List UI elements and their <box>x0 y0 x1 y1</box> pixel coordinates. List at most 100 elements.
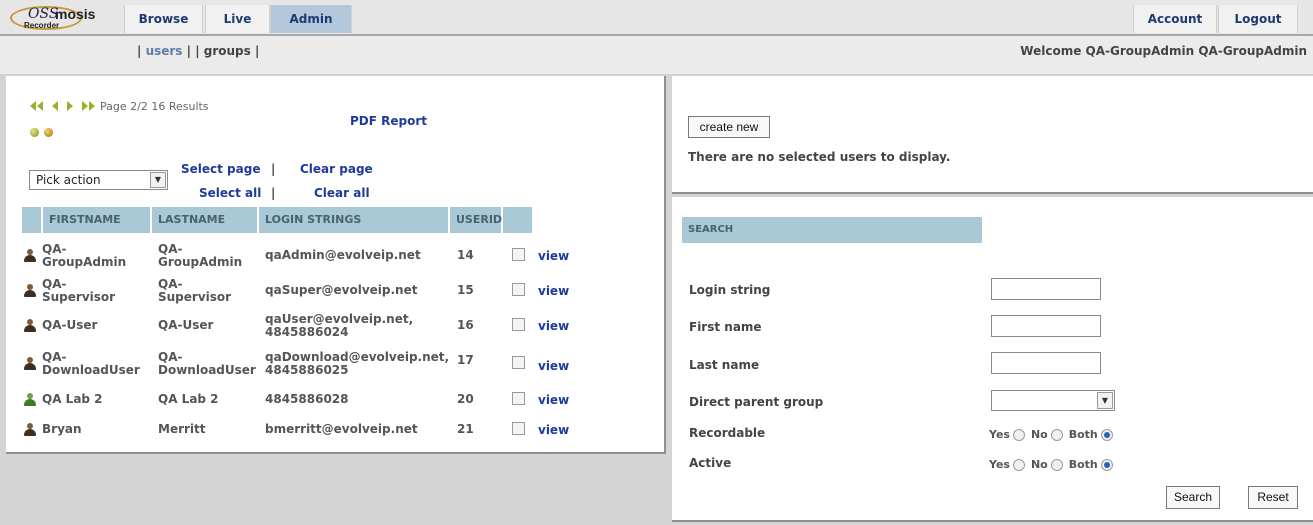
top-navigation-bar: OSS mosis Recorder Browse Live Admin Acc… <box>0 0 1313 36</box>
clear-all-link[interactable]: Clear all <box>314 186 370 200</box>
users-list-panel: Page 2/2 16 Results PDF Report Pick acti… <box>6 76 666 454</box>
column-header-userid[interactable]: USERID <box>450 207 502 233</box>
view-link[interactable]: view <box>538 393 569 407</box>
chevron-down-icon[interactable]: ▼ <box>1097 392 1113 409</box>
cell-firstname: QA- DownloadUser <box>42 350 140 377</box>
cell-login: 4845886028 <box>265 392 349 406</box>
logo-text-bold: mosis <box>55 6 96 22</box>
select-all-link[interactable]: Select all <box>199 186 261 200</box>
active-yes-radio[interactable] <box>1012 458 1025 471</box>
first-page-icon[interactable] <box>30 101 44 111</box>
selected-users-panel: create new There are no selected users t… <box>672 76 1313 194</box>
table-row: QA- DownloadUser QA- DownloadUser qaDown… <box>22 348 582 380</box>
cell-userid: 16 <box>457 318 474 332</box>
logout-link[interactable]: Logout <box>1218 5 1298 33</box>
recordable-yes-radio[interactable] <box>1012 428 1025 441</box>
cell-lastname: QA-User <box>158 318 214 332</box>
cell-login: qaDownload@evolveip.net, 4845886025 <box>265 350 450 377</box>
view-link[interactable]: view <box>538 284 569 298</box>
subnav-sep: | | <box>182 44 204 58</box>
nav-tab-browse[interactable]: Browse <box>124 5 203 33</box>
user-icon <box>24 423 36 437</box>
table-row: QA Lab 2 QA Lab 2 4845886028 20 view <box>22 384 582 416</box>
view-link[interactable]: view <box>538 319 569 333</box>
pdf-report-link[interactable]: PDF Report <box>350 114 427 128</box>
select-page-link[interactable]: Select page <box>181 162 260 176</box>
user-icon <box>24 284 36 298</box>
view-link[interactable]: view <box>538 423 569 437</box>
create-new-button[interactable]: create new <box>688 116 770 138</box>
search-button[interactable]: Search <box>1166 486 1220 509</box>
subnav-groups-link[interactable]: groups <box>204 44 251 58</box>
cell-lastname: Merritt <box>158 422 206 436</box>
cell-lastname: QA- GroupAdmin <box>158 242 243 269</box>
active-both-radio[interactable] <box>1100 458 1113 471</box>
previous-page-icon[interactable] <box>52 101 59 111</box>
active-no-radio[interactable] <box>1050 458 1063 471</box>
next-page-icon[interactable] <box>67 101 74 111</box>
subnav-users-link[interactable]: users <box>146 44 183 58</box>
row-checkbox[interactable] <box>512 392 525 405</box>
page-info: Page 2/2 16 Results <box>100 99 209 113</box>
last-page-icon[interactable] <box>82 101 96 111</box>
search-header: SEARCH <box>682 217 982 243</box>
account-link[interactable]: Account <box>1133 5 1217 33</box>
row-checkbox[interactable] <box>512 356 525 369</box>
recordable-label: Recordable <box>689 426 766 440</box>
parent-group-select[interactable]: ▼ <box>991 390 1115 411</box>
cell-userid: 20 <box>457 392 474 406</box>
app-logo[interactable]: OSS mosis Recorder <box>10 4 115 30</box>
view-link[interactable]: view <box>538 359 569 373</box>
cell-firstname: QA-User <box>42 318 98 332</box>
first-name-label: First name <box>689 320 762 334</box>
logo-text-main: OSS <box>28 6 59 22</box>
last-name-input[interactable] <box>991 352 1101 374</box>
gold-dot-icon[interactable] <box>44 128 53 137</box>
cell-lastname: QA- Supervisor <box>158 277 232 304</box>
separator: | <box>271 162 276 176</box>
subnav-sep: | <box>137 44 146 58</box>
cell-firstname: QA- Supervisor <box>42 277 116 304</box>
row-checkbox[interactable] <box>512 283 525 296</box>
admin-subnav: | users | | groups | <box>137 44 259 58</box>
row-checkbox[interactable] <box>512 422 525 435</box>
subnav-sep: | <box>250 44 260 58</box>
cell-login: bmerritt@evolveip.net <box>265 422 418 436</box>
cell-userid: 21 <box>457 422 474 436</box>
nav-tab-live[interactable]: Live <box>205 5 270 33</box>
table-header-check-col <box>503 207 532 233</box>
cell-userid: 15 <box>457 283 474 297</box>
cell-userid: 14 <box>457 248 474 262</box>
first-name-input[interactable] <box>991 315 1101 337</box>
login-string-label: Login string <box>689 283 771 297</box>
pick-action-select[interactable]: Pick action ▼ <box>29 170 168 190</box>
clear-page-link[interactable]: Clear page <box>300 162 373 176</box>
view-link[interactable]: view <box>538 249 569 263</box>
welcome-message: Welcome QA-GroupAdmin QA-GroupAdmin <box>1020 44 1307 58</box>
table-header-icon-col <box>22 207 41 233</box>
column-header-lastname[interactable]: LASTNAME <box>152 207 257 233</box>
view-toggle-dots <box>30 128 58 137</box>
chevron-down-icon[interactable]: ▼ <box>150 172 166 188</box>
green-dot-icon[interactable] <box>30 128 39 137</box>
last-name-label: Last name <box>689 358 760 372</box>
row-checkbox[interactable] <box>512 318 525 331</box>
user-green-icon <box>24 393 36 407</box>
recordable-no-radio[interactable] <box>1050 428 1063 441</box>
reset-button[interactable]: Reset <box>1248 486 1298 509</box>
recordable-both-radio[interactable] <box>1100 428 1113 441</box>
column-header-login-strings[interactable]: LOGIN STRINGS <box>259 207 448 233</box>
login-string-input[interactable] <box>991 278 1101 300</box>
row-checkbox[interactable] <box>512 248 525 261</box>
separator: | <box>271 186 276 200</box>
column-header-firstname[interactable]: FIRSTNAME <box>43 207 150 233</box>
table-row: Bryan Merritt bmerritt@evolveip.net 21 v… <box>22 414 582 446</box>
cell-lastname: QA- DownloadUser <box>158 350 256 377</box>
cell-login: qaSuper@evolveip.net <box>265 283 418 297</box>
nav-tab-admin[interactable]: Admin <box>270 5 352 33</box>
pick-action-value: Pick action <box>36 173 101 187</box>
radio-yes-label: Yes <box>989 458 1010 471</box>
logo-subtitle: Recorder <box>24 21 60 30</box>
active-radio-group: Yes No Both <box>989 458 1119 471</box>
no-selection-message: There are no selected users to display. <box>688 150 951 164</box>
